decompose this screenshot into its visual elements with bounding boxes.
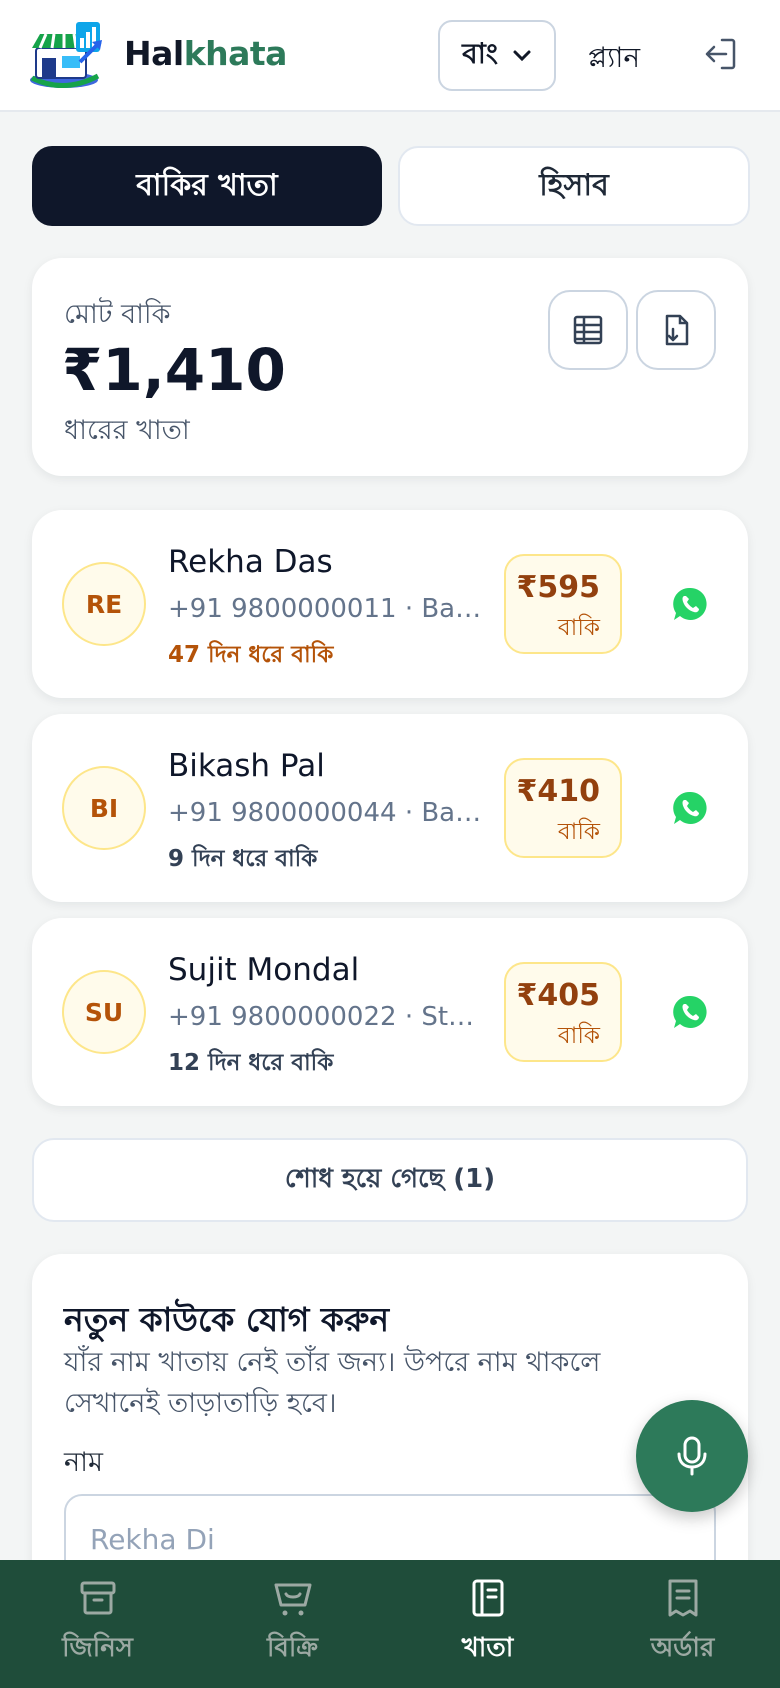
export-file-button[interactable]	[636, 290, 716, 370]
microphone-icon	[677, 1436, 707, 1476]
total-due-subtitle: ধারের খাতা	[64, 415, 190, 446]
customer-name: Rekha Das	[168, 544, 333, 580]
customer-phone: +91 9800000011 · Baza...	[168, 594, 488, 624]
table-view-button[interactable]	[548, 290, 628, 370]
halkhata-logo	[30, 22, 102, 89]
tab-accounts[interactable]: হিসাব	[398, 146, 750, 226]
nav-label: জিনিস	[62, 1633, 133, 1663]
whatsapp-icon[interactable]	[672, 790, 708, 826]
due-duration: 47 দিন ধরে বাকি	[168, 642, 334, 668]
file-download-icon	[665, 314, 689, 346]
due-amount: ₹410	[516, 774, 601, 809]
customer-card[interactable]: RE Rekha Das +91 9800000011 · Baza... 47…	[32, 510, 748, 698]
avatar: BI	[62, 766, 146, 850]
due-badge: ₹595 বাকি	[504, 554, 622, 654]
avatar: RE	[62, 562, 146, 646]
chevron-down-icon	[513, 50, 531, 61]
name-field-label: নাম	[64, 1447, 103, 1478]
language-select[interactable]: বাং	[438, 20, 556, 91]
due-amount: ₹405	[516, 978, 601, 1013]
customer-card[interactable]: BI Bikash Pal +91 9800000044 · Baza... 9…	[32, 714, 748, 902]
customer-name: Bikash Pal	[168, 748, 325, 784]
total-due-amount: ₹1,410	[62, 336, 286, 404]
due-label: বাকি	[557, 1023, 600, 1049]
due-badge: ₹405 বাকি	[504, 962, 622, 1062]
due-duration: 9 দিন ধরে বাকি	[168, 846, 318, 872]
ledger-tabs: বাকির খাতা হিসাব	[32, 146, 750, 228]
customer-card[interactable]: SU Sujit Mondal +91 9800000022 · Stati..…	[32, 918, 748, 1106]
bottom-navigation: জিনিস বিক্রি খাতা অর্ডার	[0, 1560, 780, 1688]
due-label: বাকি	[557, 615, 600, 641]
total-due-label: মোট বাকি	[64, 299, 171, 330]
add-customer-description: যাঁর নাম খাতায় নেই তাঁর জন্য। উপরে নাম …	[64, 1347, 601, 1419]
cart-icon	[274, 1583, 311, 1616]
due-duration: 12 দিন ধরে বাকি	[168, 1050, 334, 1076]
total-due-card: মোট বাকি ₹1,410 ধারের খাতা	[32, 258, 748, 476]
customer-phone: +91 9800000022 · Stati...	[168, 1002, 488, 1032]
app-header: Halkhata বাং প্ল্যান	[0, 0, 780, 112]
ledger-book-icon	[472, 1579, 503, 1617]
brand-name: Halkhata	[124, 34, 287, 73]
nav-item-sales[interactable]: বিক্রি	[195, 1560, 390, 1688]
logout-icon[interactable]	[702, 36, 738, 72]
whatsapp-icon[interactable]	[672, 586, 708, 622]
plan-link[interactable]: প্ল্যান	[588, 36, 640, 83]
avatar: SU	[62, 970, 146, 1054]
nav-item-orders[interactable]: অর্ডার	[585, 1560, 780, 1688]
due-amount: ₹595	[516, 570, 601, 605]
customer-phone: +91 9800000044 · Baza...	[168, 798, 488, 828]
receipt-icon	[668, 1579, 697, 1617]
nav-label: খাতা	[461, 1633, 514, 1663]
nav-item-ledger[interactable]: খাতা	[390, 1560, 585, 1688]
whatsapp-icon[interactable]	[672, 994, 708, 1030]
nav-label: বিক্রি	[266, 1633, 319, 1663]
box-icon	[80, 1581, 115, 1615]
customer-name: Sujit Mondal	[168, 952, 360, 988]
language-selected-value: বাং	[462, 37, 498, 70]
table-icon	[573, 315, 603, 345]
nav-item-items[interactable]: জিনিস	[0, 1560, 195, 1688]
due-label: বাকি	[557, 819, 600, 845]
voice-input-button[interactable]	[636, 1400, 748, 1512]
due-badge: ₹410 বাকি	[504, 758, 622, 858]
tab-credit-ledger[interactable]: বাকির খাতা	[32, 146, 382, 226]
nav-label: অর্ডার	[650, 1633, 715, 1663]
settled-customers-button[interactable]: শোধ হয়ে গেছে (1)	[32, 1138, 748, 1222]
